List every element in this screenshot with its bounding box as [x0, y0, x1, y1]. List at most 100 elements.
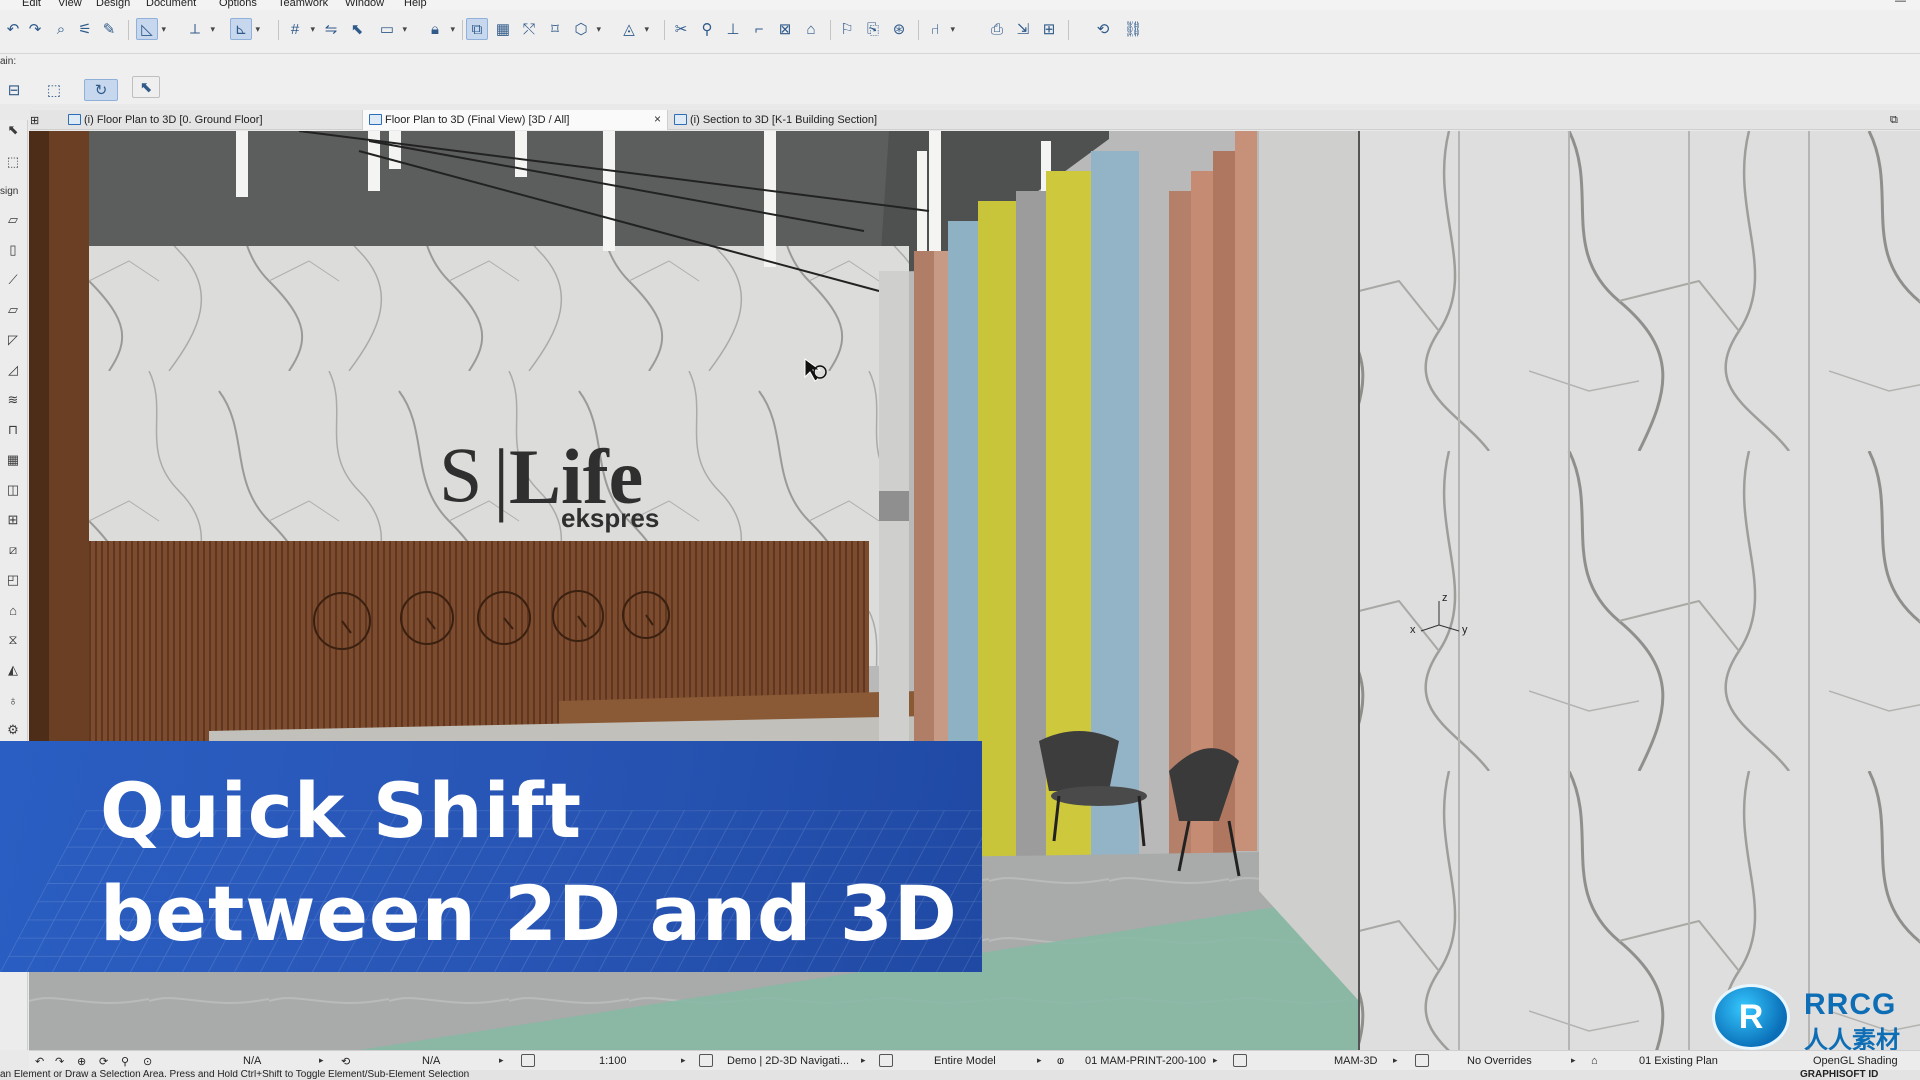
- layer-combination-icon[interactable]: ⧉: [466, 18, 488, 40]
- axis-y-label: y: [1462, 624, 1468, 636]
- undo-icon[interactable]: ↶: [2, 18, 24, 40]
- railing-tool-icon[interactable]: ⊓: [3, 420, 23, 440]
- link-icon[interactable]: ⛓: [1122, 18, 1144, 40]
- standard-toolbar: ↶ ↷ ⌕ ⚟ ✎ ◺ ⟂ ⊾ # ⇋ ⬉ ▭ 🔒︎ ⧉ ▦ ⤲ ⌑ ⬡ ◬ ✂…: [0, 10, 1920, 54]
- shell-tool-icon[interactable]: ◿: [3, 360, 23, 380]
- guide-lines-icon[interactable]: ◺: [136, 18, 166, 40]
- undo-view-icon[interactable]: ↶: [35, 1055, 44, 1068]
- scissors-icon[interactable]: ✂: [670, 18, 692, 40]
- scale-value[interactable]: 1:100: [599, 1055, 627, 1067]
- window-tool-icon[interactable]: ⊞: [3, 510, 23, 530]
- snap-points-icon[interactable]: ⊾: [230, 18, 260, 40]
- tab-label: (i) Floor Plan to 3D [0. Ground Floor]: [84, 114, 263, 126]
- adjust-icon[interactable]: ⊥: [722, 18, 744, 40]
- more-tools-icon[interactable]: ⚙: [3, 720, 23, 740]
- menu-teamwork[interactable]: Teamwork: [278, 0, 328, 9]
- selection-method-icon[interactable]: ⬚: [42, 79, 66, 101]
- sign-divider: |: [493, 432, 509, 523]
- lock-icon[interactable]: 🔒︎: [424, 18, 455, 40]
- pen-set[interactable]: 01 MAM-PRINT-200-100: [1085, 1055, 1206, 1067]
- skylight-tool-icon[interactable]: ⧄: [3, 540, 23, 560]
- redo-icon[interactable]: ↷: [24, 18, 46, 40]
- intersect-icon[interactable]: ⊠: [774, 18, 796, 40]
- zone-tool-icon[interactable]: ◰: [3, 570, 23, 590]
- trace-icon[interactable]: ⇋: [320, 18, 342, 40]
- tab-label: (i) Section to 3D [K-1 Building Section]: [690, 114, 878, 126]
- print-icon[interactable]: ⎙: [986, 18, 1008, 40]
- info-box-label: ain:: [0, 56, 17, 67]
- renovation-filter[interactable]: 01 Existing Plan: [1639, 1055, 1718, 1067]
- graphic-override[interactable]: No Overrides: [1467, 1055, 1532, 1067]
- grey-panel: [1016, 191, 1046, 881]
- tab-floor-plan[interactable]: (i) Floor Plan to 3D [0. Ground Floor]: [62, 110, 362, 130]
- magic-wand-icon[interactable]: ⚟: [74, 18, 96, 40]
- object-tool-icon[interactable]: ⌂: [3, 600, 23, 620]
- render-icon[interactable]: ◬: [618, 18, 649, 40]
- element-transform-icon[interactable]: ⌑: [544, 18, 566, 40]
- geometry-method-icon[interactable]: ⊟: [2, 79, 26, 101]
- 3d-view-icon[interactable]: ⬡: [570, 18, 601, 40]
- rotate-icon[interactable]: ⟲: [341, 1055, 350, 1068]
- view-tab-bar: ⊞ (i) Floor Plan to 3D [0. Ground Floor]…: [30, 110, 1920, 130]
- zoom-icon[interactable]: ⚲: [696, 18, 718, 40]
- menu-view[interactable]: View: [58, 0, 82, 9]
- beam-tool-icon[interactable]: ⟋: [3, 270, 23, 290]
- model-view-option[interactable]: Entire Model: [934, 1055, 996, 1067]
- seat-icon[interactable]: ⑁: [924, 18, 955, 40]
- column-tool-icon[interactable]: ▯: [3, 240, 23, 260]
- fit-icon[interactable]: ⊙: [143, 1055, 152, 1068]
- window-minimize-icon[interactable]: —: [1895, 0, 1906, 7]
- arrow-tool-icon[interactable]: ⬉: [3, 120, 23, 140]
- layer-combination[interactable]: Demo | 2D-3D Navigati...: [727, 1055, 849, 1067]
- menu-options[interactable]: Options: [219, 0, 257, 9]
- send-icon[interactable]: ⇲: [1012, 18, 1034, 40]
- menu-edit[interactable]: Edit: [22, 0, 41, 9]
- bimx-icon[interactable]: ⟲: [1092, 18, 1114, 40]
- pet-palette-icon[interactable]: ↻: [84, 79, 118, 101]
- documents-icon[interactable]: ⎘: [862, 18, 884, 40]
- publish-icon[interactable]: ⊛: [888, 18, 910, 40]
- menu-window[interactable]: Window: [345, 0, 384, 9]
- redo-view-icon[interactable]: ↷: [55, 1055, 64, 1068]
- menu-help[interactable]: Help: [404, 0, 427, 9]
- roof-tool-icon[interactable]: ◸: [3, 330, 23, 350]
- design-section-label: sign: [0, 186, 19, 197]
- roof-icon[interactable]: ⌂: [800, 18, 822, 40]
- slab-tool-icon[interactable]: ▱: [3, 300, 23, 320]
- morph-tool-icon[interactable]: ◭: [3, 660, 23, 680]
- schedule-icon[interactable]: ▦: [492, 18, 514, 40]
- walk-icon[interactable]: ⚲: [121, 1055, 129, 1068]
- arrow-tool-icon[interactable]: ⬉: [132, 76, 160, 98]
- marquee-tool-icon[interactable]: ⬚: [3, 152, 23, 172]
- fillet-icon[interactable]: ⌐: [748, 18, 770, 40]
- tab-3d-view[interactable]: Floor Plan to 3D (Final View) [3D / All]…: [362, 110, 668, 130]
- tab-overview-icon[interactable]: ⊞: [30, 110, 50, 130]
- find-select-icon[interactable]: ⌕: [50, 18, 72, 40]
- snap-guides-icon[interactable]: ⟂: [184, 18, 215, 40]
- scale-icon: [521, 1054, 535, 1067]
- navigator-icon[interactable]: ⧉: [1890, 110, 1920, 130]
- grid-snap-icon[interactable]: #: [284, 18, 315, 40]
- dimension-icon[interactable]: ⤲: [518, 18, 540, 40]
- dimension-standard[interactable]: MAM-3D: [1334, 1055, 1377, 1067]
- flag-icon[interactable]: ⚐: [836, 18, 858, 40]
- stair-tool-icon[interactable]: ≋: [3, 390, 23, 410]
- menu-design[interactable]: Design: [96, 0, 130, 9]
- lamp-tool-icon[interactable]: ♁: [3, 690, 23, 710]
- teamwork-icon[interactable]: ⊞: [1038, 18, 1060, 40]
- shading-mode[interactable]: OpenGL Shading: [1813, 1055, 1898, 1067]
- marquee-icon[interactable]: ▭: [376, 18, 407, 40]
- close-icon[interactable]: ×: [654, 112, 661, 126]
- pointer-icon[interactable]: ⬉: [346, 18, 368, 40]
- zoom-in-icon[interactable]: ⊕: [77, 1055, 86, 1068]
- orbit-icon[interactable]: ⟳: [99, 1055, 108, 1068]
- pick-up-parameters-icon[interactable]: ✎: [98, 18, 120, 40]
- axis-z-label: z: [1442, 592, 1448, 604]
- wall-tool-icon[interactable]: ▱: [3, 210, 23, 230]
- curtain-wall-tool-icon[interactable]: ▦: [3, 450, 23, 470]
- graphisoft-id[interactable]: GRAPHISOFT ID: [1800, 1070, 1878, 1080]
- menu-document[interactable]: Document: [146, 0, 196, 9]
- tab-section[interactable]: (i) Section to 3D [K-1 Building Section]: [668, 110, 968, 130]
- mesh-tool-icon[interactable]: ⧖: [3, 630, 23, 650]
- door-tool-icon[interactable]: ◫: [3, 480, 23, 500]
